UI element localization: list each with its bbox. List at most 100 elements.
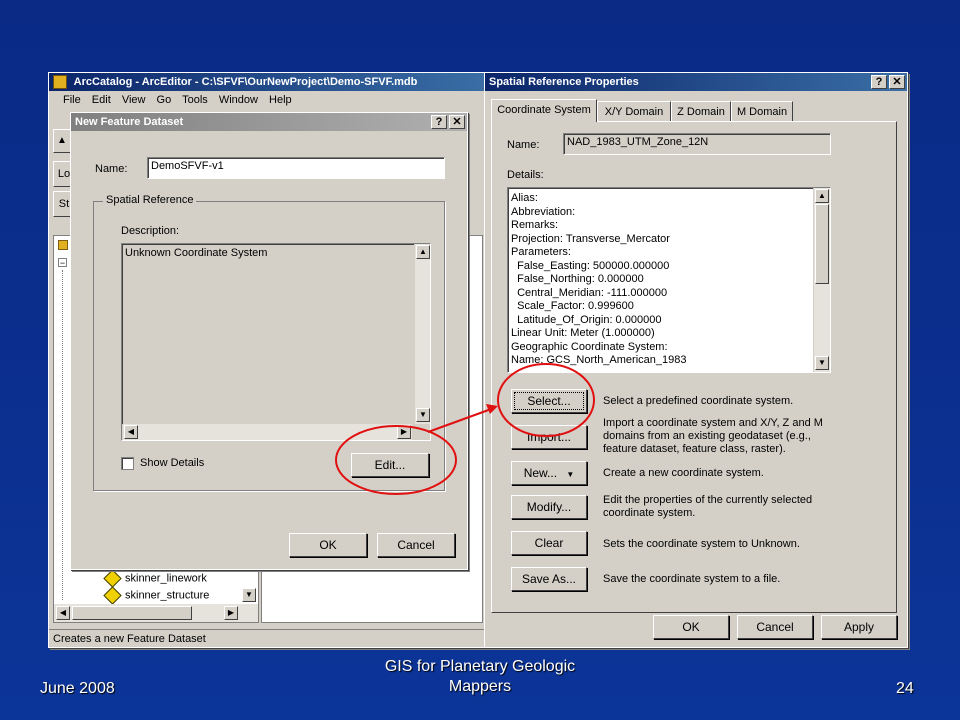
new-feature-dataset-dialog: New Feature Dataset ? ✕ Name: DemoSFVF-v… — [70, 112, 468, 570]
footer-title-line2: Mappers — [448, 678, 512, 695]
menu-window[interactable]: Window — [219, 94, 258, 106]
menu-file[interactable]: File — [63, 94, 81, 106]
clear-button[interactable]: Clear — [511, 531, 587, 555]
srp-name-label: Name: — [507, 139, 540, 151]
description-text: Unknown Coordinate System — [125, 247, 268, 259]
help-icon[interactable]: ? — [431, 115, 447, 129]
menu-edit[interactable]: Edit — [92, 94, 111, 106]
footer-page-number: 24 — [896, 680, 914, 697]
details-vscrollbar[interactable]: ▲ ▼ — [813, 188, 830, 372]
feature-class-icon — [103, 586, 122, 605]
desc-scroll-down-icon[interactable]: ▼ — [416, 408, 430, 422]
description-box: Unknown Coordinate System ▲ ▼ ◀ ▶ — [121, 243, 431, 441]
detail-geographic-cs: Geographic Coordinate System: — [511, 340, 668, 353]
nfd-name-label: Name: — [95, 163, 128, 175]
details-scroll-down-icon[interactable]: ▼ — [815, 356, 829, 370]
tree-item-skinner-structure[interactable]: skinner_structure — [103, 586, 210, 605]
detail-projection: Projection: Transverse_Mercator — [511, 232, 670, 245]
nfd-cancel-button[interactable]: Cancel — [377, 533, 455, 557]
import-description: Import a coordinate system and X/Y, Z an… — [603, 417, 823, 455]
arccatalog-title: ArcCatalog - ArcEditor - C:\SFVF\OurNewP… — [73, 76, 418, 88]
footer-date: June 2008 — [40, 680, 115, 697]
detail-false-northing: False_Northing: 0.000000 — [511, 273, 644, 285]
database-icon — [58, 240, 68, 250]
menu-view[interactable]: View — [122, 94, 146, 106]
tree-scroll-left-icon[interactable]: ◀ — [56, 606, 70, 620]
srp-apply-button[interactable]: Apply — [821, 615, 897, 639]
modify-button[interactable]: Modify... — [511, 495, 587, 519]
srp-cancel-button[interactable]: Cancel — [737, 615, 813, 639]
new-button-label: New... — [523, 466, 558, 480]
description-hscrollbar[interactable]: ◀ ▶ — [122, 424, 412, 440]
tree-scroll-down-icon[interactable]: ▼ — [242, 588, 256, 602]
arccatalog-app-icon — [53, 75, 67, 90]
arccatalog-titlebar: ArcCatalog - ArcEditor - C:\SFVF\OurNewP… — [49, 73, 485, 91]
close-icon[interactable]: ✕ — [449, 115, 465, 129]
srp-ok-button[interactable]: OK — [653, 615, 729, 639]
description-label: Description: — [121, 225, 180, 237]
show-details-label: Show Details — [140, 457, 205, 469]
detail-remarks: Remarks: — [511, 219, 559, 231]
detail-alias: Alias: — [511, 192, 538, 204]
tree-item-skinner-linework[interactable]: skinner_linework — [103, 569, 207, 588]
dropdown-arrow-icon: ▼ — [566, 470, 575, 479]
save-as-description: Save the coordinate system to a file. — [603, 573, 781, 585]
arccatalog-menubar: File Edit View Go Tools Window Help — [49, 91, 485, 109]
footer-title-line1: GIS for Planetary Geologic — [384, 658, 576, 675]
srp-titlebar: Spatial Reference Properties ? ✕ — [485, 73, 907, 91]
detail-linear-unit: Linear Unit: Meter (1.000000) — [511, 327, 655, 339]
spatial-reference-properties-dialog: Spatial Reference Properties ? ✕ Coordin… — [484, 72, 908, 648]
detail-false-easting: False_Easting: 500000.000000 — [511, 259, 670, 272]
select-button[interactable]: Select... — [511, 389, 587, 413]
select-description: Select a predefined coordinate system. — [603, 395, 794, 407]
tree-collapse-icon[interactable]: − — [58, 258, 67, 268]
menu-go[interactable]: Go — [157, 94, 172, 106]
edit-button[interactable]: Edit... — [351, 453, 429, 477]
tree-item-label: skinner_linework — [125, 572, 207, 585]
details-scroll-up-icon[interactable]: ▲ — [815, 189, 829, 203]
tree-hscrollbar[interactable]: ◀ ▶ — [54, 604, 258, 622]
detail-latitude-of-origin: Latitude_Of_Origin: 0.000000 — [511, 313, 662, 326]
detail-scale-factor: Scale_Factor: 0.999600 — [511, 300, 634, 312]
desc-scroll-left-icon[interactable]: ◀ — [124, 425, 138, 439]
nfd-ok-button[interactable]: OK — [289, 533, 367, 557]
srp-details-box: Alias: Abbreviation: Remarks: Projection… — [507, 187, 831, 373]
footer-title: GIS for Planetary Geologic Mappers — [330, 657, 630, 697]
location-letters: Lo — [57, 168, 71, 180]
tab-m-domain[interactable]: M Domain — [731, 101, 793, 121]
save-as-button[interactable]: Save As... — [511, 567, 587, 591]
toolbar-folder-icon[interactable]: ▲ — [53, 129, 71, 153]
tab-z-domain[interactable]: Z Domain — [671, 101, 731, 121]
desc-scroll-up-icon[interactable]: ▲ — [416, 245, 430, 259]
details-scroll-thumb[interactable] — [815, 204, 829, 284]
tab-coordinate-system[interactable]: Coordinate System — [491, 99, 597, 122]
tree-scroll-right-icon[interactable]: ▶ — [224, 606, 238, 620]
detail-gcs-name: Name: GCS_North_American_1983 — [511, 354, 687, 366]
tree-hscroll-thumb[interactable] — [72, 606, 192, 620]
menu-help[interactable]: Help — [269, 94, 292, 106]
detail-parameters: Parameters: — [511, 246, 571, 258]
tree-item-label: skinner_structure — [125, 589, 210, 602]
show-details-checkbox[interactable] — [121, 457, 134, 470]
srp-help-icon[interactable]: ? — [871, 75, 887, 89]
import-button[interactable]: Import... — [511, 425, 587, 449]
modify-description: Edit the properties of the currently sel… — [603, 494, 813, 519]
tree-line — [62, 270, 63, 600]
srp-close-icon[interactable]: ✕ — [889, 75, 905, 89]
description-vscrollbar[interactable]: ▲ ▼ — [414, 244, 430, 424]
srp-details-label: Details: — [507, 169, 544, 181]
srp-tab-strip: Coordinate System X/Y Domain Z Domain M … — [491, 99, 901, 123]
status-text: Creates a new Feature Dataset — [53, 633, 206, 645]
nfd-name-input[interactable]: DemoSFVF-v1 — [147, 157, 445, 179]
tab-xy-domain[interactable]: X/Y Domain — [597, 101, 671, 121]
feature-class-icon — [103, 569, 122, 588]
stylesheet-letters: St — [58, 198, 70, 210]
new-button[interactable]: New... ▼ — [511, 461, 587, 485]
nfd-titlebar: New Feature Dataset ? ✕ — [71, 113, 467, 131]
desc-scroll-right-icon[interactable]: ▶ — [397, 425, 411, 439]
srp-title: Spatial Reference Properties — [489, 76, 639, 88]
detail-central-meridian: Central_Meridian: -111.000000 — [511, 286, 668, 299]
new-description: Create a new coordinate system. — [603, 467, 764, 479]
status-bar: Creates a new Feature Dataset — [49, 629, 485, 647]
menu-tools[interactable]: Tools — [182, 94, 208, 106]
